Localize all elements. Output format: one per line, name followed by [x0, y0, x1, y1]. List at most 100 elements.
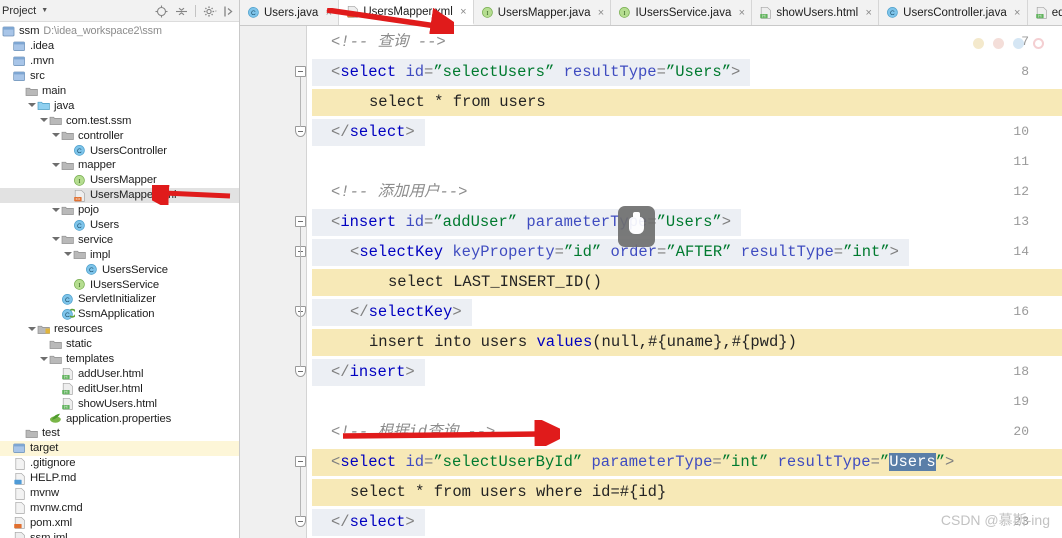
tree-item-showusers-html[interactable]: HshowUsers.html [0, 396, 239, 411]
code-fold-end-icon[interactable] [295, 126, 306, 137]
code-line[interactable]: select LAST_INSERT_ID() [307, 267, 1062, 297]
tree-item-resources[interactable]: resources [0, 322, 239, 337]
tree-item-iusersservice[interactable]: I IUsersService [0, 277, 239, 292]
tree-item-main[interactable]: main [0, 84, 239, 99]
editor-tab-users-java[interactable]: C Users.java × [240, 0, 340, 25]
code-line[interactable] [307, 387, 1062, 417]
code-line[interactable] [307, 147, 1062, 177]
tree-item-application-properties[interactable]: application.properties [0, 411, 239, 426]
tree-item-mvnw[interactable]: mvnw [0, 486, 239, 501]
close-icon[interactable]: × [596, 7, 605, 19]
code-fold-collapse-icon[interactable] [295, 216, 306, 227]
chevron-down-icon[interactable] [26, 100, 37, 111]
close-icon[interactable]: × [459, 6, 468, 18]
locate-icon[interactable] [155, 5, 168, 18]
code-line[interactable]: <select id=”selectUserById” parameterTyp… [307, 447, 1062, 477]
tree-item-gitignore[interactable]: .gitignore [0, 456, 239, 471]
tree-root-row[interactable]: ssm D:\idea_workspace2\ssm [0, 24, 239, 39]
code-line[interactable]: select * from users where id=#{id} [307, 477, 1062, 507]
tree-item-usersservice[interactable]: C UsersService [0, 262, 239, 277]
code-line[interactable]: <selectKey keyProperty=”id” order=”AFTER… [307, 237, 1062, 267]
chevron-down-icon[interactable] [50, 130, 61, 141]
editor-tab-userscontroller-java[interactable]: C UsersController.java × [879, 0, 1028, 25]
chevron-down-icon[interactable] [26, 324, 37, 335]
tree-item-mvnw-cmd[interactable]: mvnw.cmd [0, 501, 239, 516]
code-content[interactable]: <!-- 查询 --> <select id=”selectUsers” resu… [307, 26, 1062, 538]
chevron-down-icon[interactable] [50, 234, 61, 245]
tree-item-java[interactable]: java [0, 98, 239, 113]
close-icon[interactable]: × [324, 7, 333, 19]
collapse-all-icon[interactable] [175, 5, 188, 18]
tree-item-users[interactable]: C Users [0, 218, 239, 233]
editor-tab-bar[interactable]: C Users.java × <> UsersMapper.xml × I UsersMapp… [240, 0, 1062, 26]
code-token: ” [879, 453, 890, 471]
chevron-down-icon[interactable] [50, 160, 61, 171]
gear-icon[interactable] [203, 5, 217, 18]
chevron-down-icon[interactable] [62, 249, 73, 260]
tree-item-templates[interactable]: templates [0, 352, 239, 367]
editor-tab-usersmapper-java[interactable]: I UsersMapper.java × [473, 0, 612, 25]
chrome-browser-icon[interactable] [973, 38, 984, 49]
code-fold-end-icon[interactable] [295, 366, 306, 377]
code-line[interactable]: <!-- 根据id查询 --> [307, 417, 1062, 447]
tree-item-impl[interactable]: impl [0, 247, 239, 262]
tree-item-help-md[interactable]: HELP.md [0, 471, 239, 486]
editor-tab-showusers-html[interactable]: HshowUsers.html × [752, 0, 880, 25]
tree-item-usersmapper-xml[interactable]: <> UsersMapper.xml [0, 187, 239, 203]
tree-item-com-test-ssm[interactable]: com.test.ssm [0, 113, 239, 128]
tree-item-service[interactable]: service [0, 232, 239, 247]
chevron-down-icon[interactable] [38, 115, 49, 126]
code-editor[interactable]: 7891011121314151617181920212223 <!-- 查询 … [240, 26, 1062, 538]
tree-item-mvn[interactable]: .mvn [0, 54, 239, 69]
code-fold-collapse-icon[interactable] [295, 456, 306, 467]
editor-tab-edituser-html[interactable]: HeditUser.html× [1027, 0, 1062, 25]
close-icon[interactable]: × [737, 7, 746, 19]
editor-tab-usersmapper-xml[interactable]: <> UsersMapper.xml × [339, 0, 474, 25]
code-fold-collapse-icon[interactable] [295, 66, 306, 77]
code-line[interactable]: select * from users [307, 87, 1062, 117]
firefox-browser-icon[interactable] [993, 38, 1004, 49]
project-panel-title[interactable]: Project [2, 5, 36, 17]
code-line[interactable]: </select> [307, 117, 1062, 147]
edge-browser-icon[interactable] [1013, 38, 1024, 49]
close-icon[interactable]: × [1013, 7, 1022, 19]
code-fold-end-icon[interactable] [295, 516, 306, 527]
code-line[interactable]: <insert id=”addUser” parameterType=”User… [307, 207, 1062, 237]
code-line[interactable]: <select id=”selectUsers” resultType=”Use… [307, 57, 1062, 87]
code-line[interactable]: <!-- 添加用户--> [307, 177, 1062, 207]
tree-item-adduser-html[interactable]: HaddUser.html [0, 366, 239, 381]
code-line[interactable]: </insert> [307, 357, 1062, 387]
editor-tab-iusersservice-java[interactable]: I IUsersService.java × [611, 0, 753, 25]
code-line[interactable]: </selectKey> [307, 297, 1062, 327]
tree-item-test[interactable]: test [0, 426, 239, 441]
chevron-down-icon[interactable] [38, 354, 49, 365]
tree-item-target[interactable]: target [0, 440, 239, 456]
tree-item-ssmapplication[interactable]: C SsmApplication [0, 307, 239, 322]
close-icon[interactable]: × [864, 7, 873, 19]
interface-java-icon: I [481, 6, 494, 19]
tree-item-ssm-iml[interactable]: ssm.iml [0, 530, 239, 538]
tree-item-servletinitializer[interactable]: C ServletInitializer [0, 292, 239, 307]
tree-item-src[interactable]: src [0, 69, 239, 84]
tree-item-edituser-html[interactable]: HeditUser.html [0, 381, 239, 396]
hide-panel-icon[interactable] [223, 5, 236, 18]
code-token: select * from users [369, 93, 546, 111]
code-line[interactable]: <!-- 查询 --> [307, 27, 1062, 57]
opera-browser-icon[interactable] [1033, 38, 1044, 49]
tree-item-static[interactable]: static [0, 337, 239, 352]
tree-item-idea[interactable]: .idea [0, 39, 239, 54]
browser-preview-widget[interactable] [973, 38, 1044, 49]
tree-item-userscontroller[interactable]: C UsersController [0, 143, 239, 158]
chevron-down-icon[interactable] [50, 205, 61, 216]
tree-item-usersmapper[interactable]: I UsersMapper [0, 173, 239, 188]
tree-item-label: HELP.md [30, 472, 77, 485]
tree-item-pom-xml[interactable]: pom.xml [0, 515, 239, 530]
tree-item-mapper[interactable]: mapper [0, 158, 239, 173]
tree-item-pojo[interactable]: pojo [0, 203, 239, 218]
tree-item-controller[interactable]: controller [0, 128, 239, 143]
code-token: ” [935, 453, 946, 471]
chevron-down-icon[interactable]: ▼ [41, 7, 48, 14]
project-tree[interactable]: ssm D:\idea_workspace2\ssm .idea .mvn src m… [0, 22, 239, 538]
code-line[interactable]: insert into users values(null,#{uname},#… [307, 327, 1062, 357]
